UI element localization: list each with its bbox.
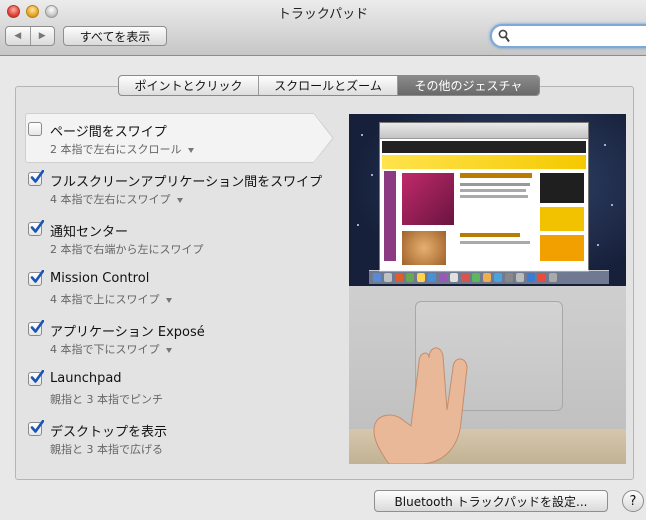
preview-dock: [369, 270, 609, 284]
option-gesture-menu[interactable]: 2 本指で左右にスクロール: [50, 141, 194, 157]
option-gesture: 4 本指で上にスワイプ: [50, 293, 160, 306]
option-launchpad[interactable]: Launchpad 親指と 3 本指でピンチ: [28, 370, 328, 411]
chevron-down-icon: [176, 197, 183, 203]
checkbox[interactable]: [28, 170, 44, 186]
option-swipe-fullscreen-apps[interactable]: フルスクリーンアプリケーション間をスワイプ 4 本指で左右にスワイプ: [28, 170, 328, 211]
option-title: Mission Control: [50, 271, 150, 286]
back-button[interactable]: ◀: [6, 27, 31, 45]
preview-laptop: [349, 286, 626, 464]
chevron-down-icon: [165, 347, 172, 353]
chevron-down-icon: [165, 297, 172, 303]
option-swipe-between-pages[interactable]: ページ間をスワイプ 2 本指で左右にスクロール: [28, 121, 328, 161]
checkbox[interactable]: [28, 220, 44, 236]
option-title: アプリケーション Exposé: [50, 325, 205, 340]
option-gesture: 4 本指で下にスワイプ: [50, 343, 160, 356]
checkbox[interactable]: [28, 270, 44, 286]
option-title: ページ間をスワイプ: [50, 125, 167, 140]
option-app-expose[interactable]: アプリケーション Exposé 4 本指で下にスワイプ: [28, 320, 328, 361]
tab-bar: ポイントとクリック スクロールとズーム その他のジェスチャ: [118, 75, 540, 96]
option-gesture: 2 本指で右端から左にスワイプ: [50, 243, 204, 256]
option-title: デスクトップを表示: [50, 425, 168, 440]
option-title: Launchpad: [50, 371, 122, 386]
preview-screen: [349, 114, 626, 286]
option-gesture: 4 本指で左右にスワイプ: [50, 193, 171, 206]
option-gesture: 親指と 3 本指で広げる: [50, 443, 163, 456]
checkmark-icon: [30, 270, 44, 283]
checkmark-icon: [30, 320, 44, 333]
chevron-down-icon: [187, 147, 194, 153]
option-notification-center[interactable]: 通知センター 2 本指で右端から左にスワイプ: [28, 220, 328, 261]
option-gesture-menu[interactable]: 4 本指で上にスワイプ: [50, 291, 172, 307]
option-gesture-menu[interactable]: 4 本指で左右にスワイプ: [50, 191, 183, 207]
option-title: 通知センター: [50, 225, 129, 240]
checkmark-icon: [30, 370, 44, 383]
search-field[interactable]: [490, 24, 646, 48]
checkbox[interactable]: [28, 420, 44, 436]
search-icon: [498, 29, 510, 43]
setup-bluetooth-trackpad-button[interactable]: Bluetooth トラックパッドを設定...: [374, 490, 608, 512]
preview-browser-window: [379, 122, 589, 272]
hand-illustration: [373, 347, 468, 464]
option-gesture-menu[interactable]: 4 本指で下にスワイプ: [50, 341, 172, 357]
checkmark-icon: [30, 170, 44, 183]
back-forward-control: ◀ ▶: [5, 26, 55, 46]
checkbox[interactable]: [28, 370, 44, 386]
checkbox[interactable]: [28, 122, 42, 136]
checkmark-icon: [30, 420, 44, 433]
gesture-preview-video: [349, 114, 626, 464]
show-all-button[interactable]: すべてを表示: [63, 26, 167, 46]
checkbox[interactable]: [28, 320, 44, 336]
forward-button[interactable]: ▶: [31, 27, 55, 45]
option-title: フルスクリーンアプリケーション間をスワイプ: [50, 175, 323, 190]
option-show-desktop[interactable]: デスクトップを表示 親指と 3 本指で広げる: [28, 420, 328, 461]
tab-point-and-click[interactable]: ポイントとクリック: [119, 76, 258, 95]
option-gesture: 親指と 3 本指でピンチ: [50, 393, 163, 406]
tab-more-gestures[interactable]: その他のジェスチャ: [397, 76, 539, 95]
tab-scroll-and-zoom[interactable]: スクロールとズーム: [258, 76, 397, 95]
checkmark-icon: [30, 220, 44, 233]
option-gesture: 2 本指で左右にスクロール: [50, 143, 182, 156]
option-mission-control[interactable]: Mission Control 4 本指で上にスワイプ: [28, 270, 328, 311]
help-button[interactable]: ?: [622, 490, 644, 512]
window-toolbar: トラックパッド ◀ ▶ すべてを表示: [0, 0, 646, 56]
window-title: トラックパッド: [277, 7, 369, 22]
